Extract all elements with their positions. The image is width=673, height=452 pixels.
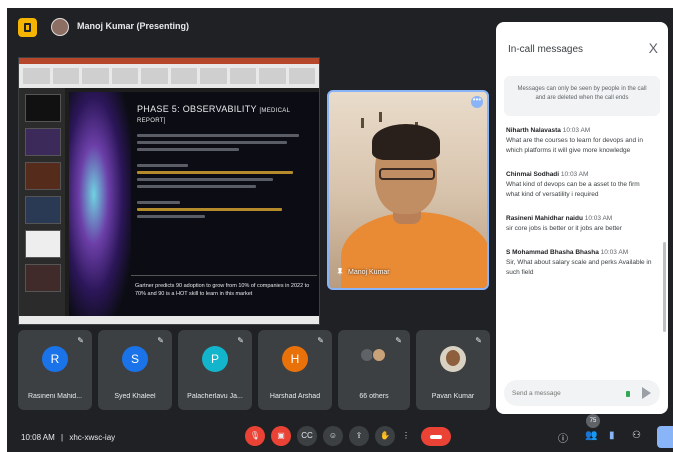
participant-name: Syed Khaleel (114, 393, 156, 400)
message-sender: Rasineni Mahidhar naidu (506, 215, 583, 222)
participant-tile[interactable]: ✎ P Palacherlavu Ja... (178, 330, 252, 410)
avatar: S (122, 346, 148, 372)
participant-name: Pavan Kumar (431, 393, 475, 400)
current-slide: PHASE 5: OBSERVABILITY [MEDICAL REPORT] … (69, 92, 319, 320)
muted-mic-icon: ✎ (157, 336, 164, 345)
slide-thumbnail (25, 162, 61, 190)
chat-notice: Messages can only be seen by people in t… (504, 76, 660, 116)
muted-mic-icon: ✎ (77, 336, 84, 345)
muted-mic-icon: ✎ (317, 336, 324, 345)
present-button[interactable]: ⇪ (349, 426, 369, 446)
meet-logo-icon (18, 18, 37, 37)
activities-icon[interactable]: ⚇ (632, 430, 641, 441)
leave-call-button[interactable] (421, 427, 451, 446)
list-item: Chinmai Sodhadi 10:03 AM What kind of de… (506, 170, 654, 200)
avatar: H (282, 346, 308, 372)
people-count-badge: 75 (586, 414, 600, 428)
captions-button[interactable]: CC (297, 426, 317, 446)
message-time: 10:03 AM (600, 249, 629, 256)
message-text: Sir, What about salary scale and perks A… (506, 259, 652, 276)
clock-time: 10:08 AM (21, 433, 55, 442)
presentation-status-bar (19, 316, 319, 324)
chat-title: In-call messages (508, 44, 584, 55)
message-composer (504, 380, 660, 406)
message-sender: Chinmai Sodhadi (506, 171, 560, 178)
participant-tile[interactable]: ✎ R Rasineni Mahid... (18, 330, 92, 410)
info-icon[interactable]: ⓘ (558, 430, 568, 445)
avatar: R (42, 346, 68, 372)
others-avatars (358, 348, 390, 368)
muted-mic-icon: ✎ (395, 336, 402, 345)
others-tile[interactable]: ✎ 66 others (338, 330, 410, 410)
participant-name: Harshad Arshad (269, 393, 321, 400)
participant-tile[interactable]: ✎ Pavan Kumar (416, 330, 490, 410)
close-icon[interactable]: X (649, 40, 658, 56)
host-controls-button[interactable] (657, 426, 673, 448)
emoji-button[interactable]: ☺ (323, 426, 343, 446)
presentation-ribbon (19, 58, 319, 88)
pin-icon (337, 268, 343, 276)
slide-body (137, 134, 307, 222)
message-text: What are the courses to learn for devops… (506, 137, 643, 154)
meeting-code: xhc-xwsc-iay (69, 433, 116, 442)
chat-scrollbar[interactable] (663, 242, 666, 332)
slide-artwork (69, 92, 131, 320)
participant-name: Rasineni Mahid... (27, 393, 83, 400)
slide-title: PHASE 5: OBSERVABILITY [MEDICAL REPORT] (137, 104, 290, 124)
participant-tile[interactable]: ✎ H Harshad Arshad (258, 330, 332, 410)
message-list[interactable]: Niharth Nalavasta 10:03 AM What are the … (506, 126, 654, 292)
participant-tile[interactable]: ✎ S Syed Khaleel (98, 330, 172, 410)
slide-footer: Gartner predicts 90 adoption to grow fro… (131, 275, 317, 307)
slide-thumbnail (25, 264, 61, 292)
raise-hand-button[interactable]: ✋ (375, 426, 395, 446)
list-item: Niharth Nalavasta 10:03 AM What are the … (506, 126, 654, 156)
message-time: 10:03 AM (560, 171, 589, 178)
presenter-camera-tile[interactable]: ••• Manoj Kumar (327, 90, 489, 290)
message-sender: Niharth Nalavasta (506, 127, 561, 134)
more-options-button[interactable]: ⋮ (399, 426, 413, 446)
more-options-icon[interactable]: ••• (471, 96, 483, 108)
bottom-bar: 10:08 AM | xhc-xwsc-iay 🎙 ▣ CC ☺ ⇪ ✋ ⋮ ⓘ… (7, 414, 673, 452)
list-item: Rasineni Mahidhar naidu 10:03 AM sir cor… (506, 214, 654, 234)
avatar (440, 346, 466, 372)
slide-thumbnails (19, 88, 65, 318)
presenter-label: Manoj Kumar (Presenting) (77, 21, 190, 31)
shared-screen[interactable]: PHASE 5: OBSERVABILITY [MEDICAL REPORT] … (18, 57, 320, 325)
slide-thumbnail (25, 128, 61, 156)
camera-off-button[interactable]: ▣ (271, 426, 291, 446)
slide-thumbnail (25, 94, 61, 122)
message-time: 10:03 AM (584, 215, 613, 222)
muted-mic-icon: ✎ (237, 336, 244, 345)
others-count: 66 others (359, 393, 389, 400)
message-sender: S Mohammad Bhasha Bhasha (506, 249, 599, 256)
phone-icon (430, 435, 442, 439)
meeting-info: 10:08 AM | xhc-xwsc-iay (21, 433, 115, 442)
send-icon[interactable] (642, 387, 651, 399)
list-item: S Mohammad Bhasha Bhasha 10:03 AM Sir, W… (506, 248, 654, 278)
meet-window: Manoj Kumar (Presenting) PHASE 5: OBSERV… (7, 8, 673, 452)
muted-mic-icon: ✎ (475, 336, 482, 345)
presenter-avatar (51, 18, 69, 36)
chat-icon[interactable]: ▮ (609, 430, 615, 441)
participant-name: Palacherlavu Ja... (187, 393, 243, 400)
message-text: sir core jobs is better or it jobs are b… (506, 225, 622, 232)
camera-name-label: Manoj Kumar (337, 268, 390, 276)
avatar: P (202, 346, 228, 372)
message-text: What kind of devops can be a asset to th… (506, 181, 640, 198)
status-dot-icon (626, 391, 630, 397)
slide-thumbnail (25, 196, 61, 224)
chat-panel: In-call messages X Messages can only be … (496, 22, 668, 414)
separator: | (61, 433, 64, 442)
mic-off-button[interactable]: 🎙 (245, 426, 265, 446)
people-icon[interactable]: 👥 (585, 430, 597, 441)
slide-thumbnail (25, 230, 61, 258)
message-time: 10:03 AM (562, 127, 591, 134)
message-input[interactable] (512, 386, 612, 400)
top-bar: Manoj Kumar (Presenting) (7, 8, 492, 46)
